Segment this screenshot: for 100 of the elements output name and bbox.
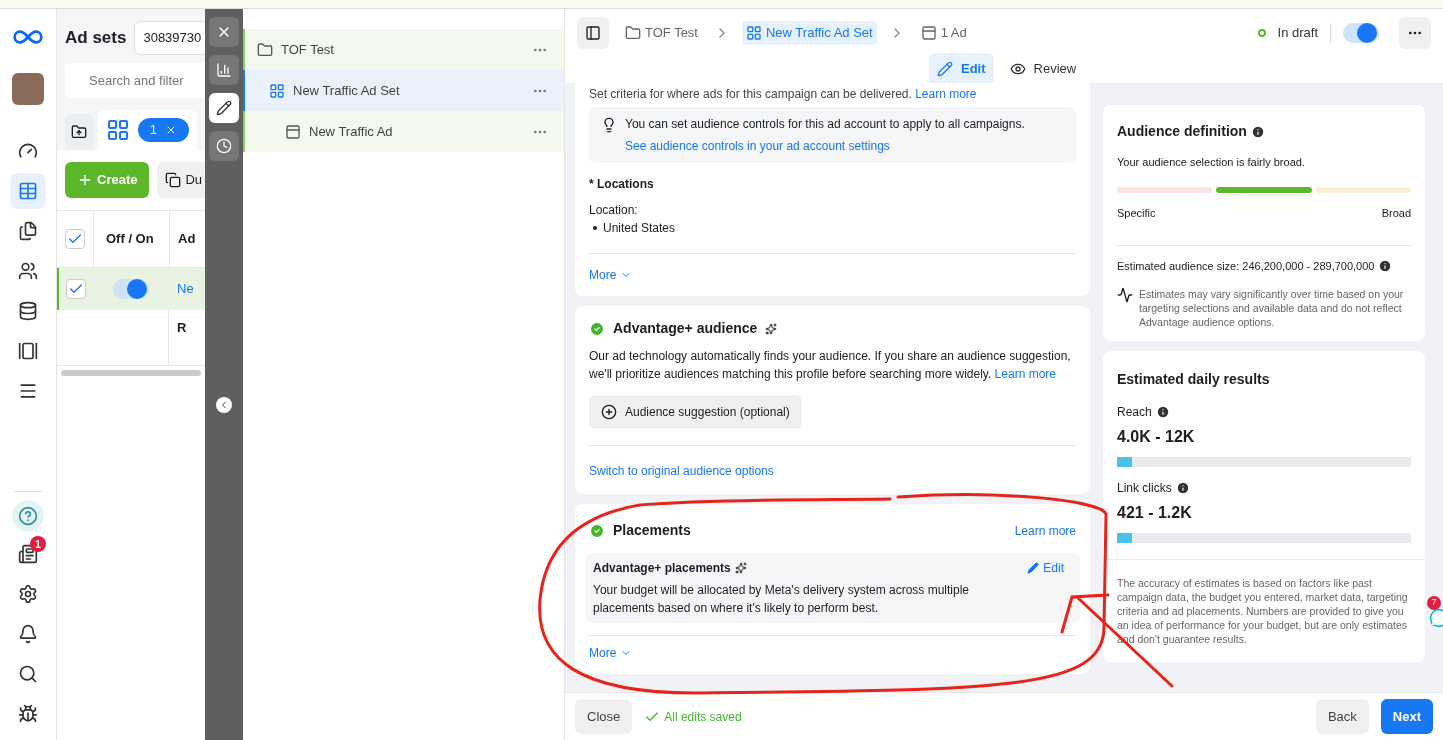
breadcrumb-item[interactable]: TOF Test [621, 21, 702, 45]
card-title: Audience definition [1117, 122, 1247, 141]
help-icon[interactable] [12, 500, 44, 532]
table-row[interactable]: Ne [57, 267, 205, 310]
table-icon[interactable] [10, 173, 46, 209]
clock-icon [216, 138, 232, 154]
checkbox[interactable] [66, 278, 86, 299]
column-header: Off / On [93, 210, 169, 267]
metric-label: Reach [1117, 403, 1152, 421]
locations-label: * Locations [589, 176, 655, 193]
folder-icon [257, 41, 273, 58]
column-header: Ad [169, 210, 196, 267]
info-icon [1155, 404, 1170, 419]
tree-item[interactable]: New Traffic Ad Set [243, 70, 564, 111]
sparkle-icon [765, 322, 778, 335]
learn-more-link[interactable]: Learn more [1014, 521, 1076, 540]
folder-icon [71, 124, 88, 140]
description-text: Our ad technology automatically finds your audience. If you share an audience suggestion, we'll prioritize audiences matching this profile before searching more widely. Learn more [589, 348, 1072, 383]
metric-value: 421 - 1.2K [1117, 502, 1193, 523]
switch-link[interactable]: Switch to original audience options [589, 464, 774, 478]
account-selector[interactable]: 30839730 [134, 21, 205, 55]
info-icon [1250, 124, 1265, 139]
notification-badge: 7 [1427, 596, 1441, 610]
tree-item-label: TOF Test [281, 40, 335, 59]
info-icon [1378, 259, 1393, 274]
tree-item[interactable]: New Traffic Ad [243, 111, 564, 152]
scale-label: Broad [1381, 205, 1411, 221]
avatar [12, 73, 44, 105]
history-button[interactable] [209, 131, 239, 161]
chart-button[interactable] [209, 55, 239, 85]
location-heading: Location: [589, 202, 639, 219]
plus-circle-icon [601, 404, 617, 420]
learn-more-link[interactable]: Learn more [915, 87, 977, 101]
note-text: Estimates may vary significantly over time based on your targeting selections and available data and do not reflect Advantage audience options. [1139, 286, 1405, 329]
edit-link[interactable]: Edit [1027, 559, 1064, 577]
toggle-switch[interactable] [113, 278, 149, 299]
notification-badge: 1 [30, 536, 46, 552]
close-button[interactable]: Close [575, 698, 633, 735]
mode-tab[interactable]: Review [1001, 53, 1085, 85]
card-title: Estimated daily results [1117, 370, 1270, 387]
create-button[interactable]: Create [65, 162, 150, 198]
tip-text: You can set audience controls for this ad account to apply to all campaigns. [625, 116, 1025, 133]
breadcrumb-item[interactable]: 1 Ad [916, 21, 971, 45]
more-link[interactable]: More [589, 644, 633, 662]
trend-icon [1117, 286, 1133, 303]
folder-icon [625, 25, 641, 41]
audience-size-text: Estimated audience size: 246,200,000 - 289,700,000 [1117, 259, 1375, 274]
search-field[interactable]: Search and filter [65, 62, 205, 98]
sidebar-icon [585, 25, 601, 41]
collapse-button[interactable] [216, 397, 232, 413]
filter-chip[interactable]: 1 [137, 118, 189, 142]
settings-link[interactable]: See audience controls in your ad account settings [625, 137, 1025, 155]
checkbox[interactable] [65, 228, 85, 249]
edit-button[interactable] [209, 93, 239, 123]
newspaper-icon[interactable] [18, 544, 38, 564]
tree-item[interactable]: TOF Test [243, 29, 564, 70]
mode-tab[interactable]: Edit [929, 53, 994, 85]
tree-item-label: New Traffic Ad Set [293, 81, 401, 100]
summary-cell-text: R [176, 318, 187, 337]
toggle-switch[interactable] [1343, 23, 1379, 43]
close-button[interactable] [209, 17, 239, 47]
sparkle-icon [734, 562, 747, 574]
breadcrumb-item[interactable]: New Traffic Ad Set [742, 21, 877, 45]
metric-value: 4.0K - 12K [1117, 426, 1196, 447]
grid-icon [105, 118, 130, 142]
audience-suggestion-button[interactable]: Audience suggestion (optional) [589, 395, 802, 429]
more-link[interactable]: More [589, 266, 633, 284]
location-item: United States [603, 220, 676, 237]
option-title: Advantage+ placements [593, 560, 731, 577]
scale-label: Specific [1117, 205, 1156, 221]
grid-icon [746, 25, 762, 41]
ad-set-link[interactable]: Ne [169, 278, 194, 299]
info-icon [1175, 480, 1190, 495]
metric-label: Link clicks [1117, 479, 1172, 497]
section-title: Advantage+ audience [613, 319, 758, 338]
tree-item-label: New Traffic Ad [309, 122, 394, 141]
lightbulb-icon [601, 117, 617, 133]
pencil-icon [1027, 562, 1040, 574]
learn-more-link[interactable]: Learn more [994, 367, 1056, 381]
bar-chart-icon [216, 62, 232, 78]
sidebar-toggle-icon[interactable] [577, 17, 609, 49]
bullet-icon [593, 226, 597, 230]
window-icon [920, 25, 937, 41]
folder-tab[interactable] [65, 114, 94, 150]
intro-text: Set criteria for where ads for this campaign can be delivered. Learn more [589, 86, 978, 103]
window-icon [285, 123, 301, 140]
next-button[interactable]: Next [1380, 698, 1433, 735]
pencil-icon [937, 60, 953, 77]
panel-title: Ad sets [65, 27, 127, 49]
pencil-icon [216, 100, 232, 116]
grid-icon [269, 82, 285, 99]
section-title: Placements [613, 521, 692, 540]
description-text: Your budget will be allocated by Meta's delivery system across multiple placements based on where it's likely to perform best. [593, 582, 971, 617]
close-icon[interactable] [165, 124, 177, 136]
status-label: In draft [1277, 24, 1318, 43]
duplicate-button[interactable]: Du [157, 162, 205, 198]
copy-icon [165, 171, 182, 188]
summary-text: Your audience selection is fairly broad. [1117, 155, 1306, 170]
saved-status: All edits saved [664, 708, 742, 726]
back-button[interactable]: Back [1315, 698, 1369, 735]
